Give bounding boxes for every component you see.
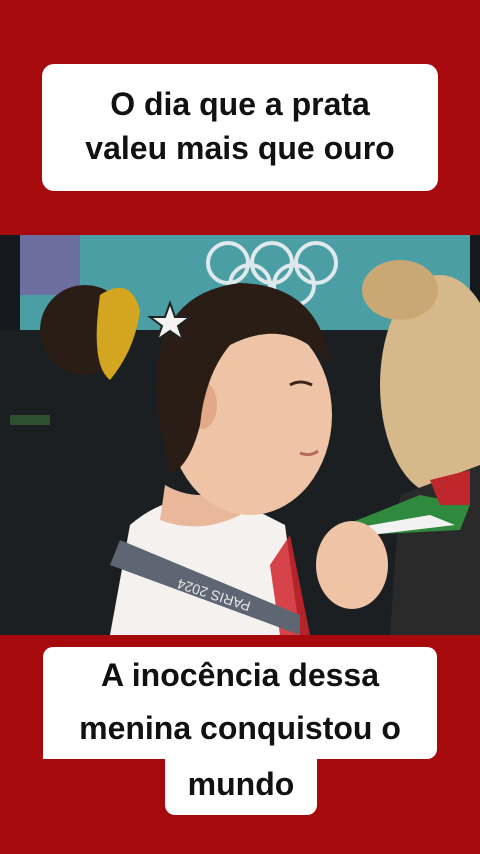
bottom-caption-line-3: mundo: [165, 759, 317, 815]
video-frame[interactable]: PARIS 2024: [0, 235, 480, 635]
bottom-caption-line-1: A inocência dessa: [43, 647, 437, 703]
top-caption: O dia que a prata valeu mais que ouro: [42, 64, 438, 191]
bottom-caption-line-2: menina conquistou o: [43, 703, 437, 759]
top-caption-line-2: valeu mais que ouro: [85, 130, 395, 166]
top-caption-line-1: O dia que a prata: [110, 86, 370, 122]
video-scene: PARIS 2024: [0, 235, 480, 635]
